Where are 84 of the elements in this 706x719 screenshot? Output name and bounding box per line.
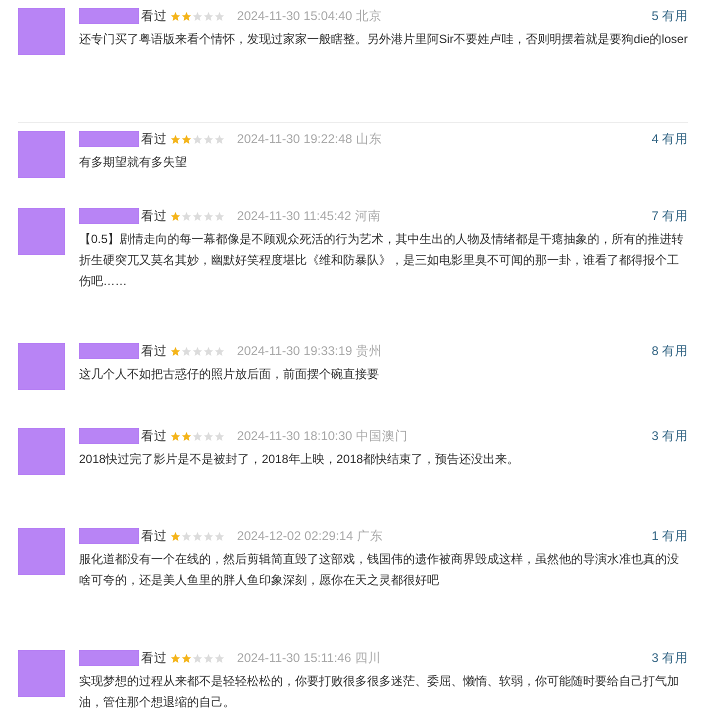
review-location: 贵州 — [356, 342, 382, 360]
star-icon — [203, 210, 214, 222]
star-icon — [170, 134, 181, 144]
watched-status: 看过 — [141, 528, 167, 545]
star-icon — [192, 10, 203, 22]
redaction-mask — [79, 131, 139, 147]
star-icon — [181, 430, 192, 442]
star-icon — [203, 10, 214, 22]
redaction-mask — [79, 428, 139, 444]
useful-vote-link[interactable]: 8 有用 — [652, 342, 688, 360]
avatar — [18, 131, 65, 178]
star-icon — [214, 652, 225, 664]
review-text: 有多期望就有多失望 — [79, 154, 188, 171]
star-icon — [214, 430, 225, 442]
avatar — [18, 208, 65, 255]
watched-status: 看过 — [141, 650, 167, 667]
review-time: 2024-11-30 11:45:42 — [237, 208, 352, 225]
star-icon — [192, 210, 203, 222]
watched-status: 看过 — [141, 428, 167, 445]
star-icon — [192, 530, 203, 542]
review-location: 北京 — [356, 8, 382, 25]
star-icon — [203, 530, 214, 542]
review-time: 2024-12-02 02:29:14 — [237, 528, 354, 545]
star-icon — [181, 652, 192, 664]
review-time: 2024-11-30 19:22:48 — [237, 130, 352, 148]
star-icon — [181, 346, 192, 356]
star-icon — [203, 134, 214, 144]
avatar — [18, 343, 65, 390]
review-text: 这几个人不如把古惑仔的照片放后面，前面摆个碗直接要 — [79, 366, 380, 383]
star-icon — [214, 10, 225, 22]
star-icon — [181, 530, 192, 542]
star-icon — [203, 652, 214, 664]
review-location: 山东 — [356, 130, 382, 148]
star-icon — [203, 430, 214, 442]
star-icon — [214, 530, 225, 542]
review-location: 广东 — [357, 528, 384, 545]
redaction-mask — [79, 208, 139, 224]
useful-vote-link[interactable]: 3 有用 — [652, 648, 688, 668]
review-text: 实现梦想的过程从来都不是轻轻松松的，你要打败很多很多迷茫、委屈、懒惰、软弱，你可能随时要给自己打气加油，管住那个想退缩的自己。 — [79, 673, 680, 711]
star-icon — [170, 346, 181, 356]
review-text: 服化道都没有一个在线的，然后剪辑简直毁了这部戏，钱国伟的遗作被商界毁成这样，虽然他的导演水准也真的没啥可夸的，还是美人鱼里的胖人鱼印象深刻，愿你在天之灵都很好吧 — [79, 551, 680, 589]
review-location: 四川 — [355, 650, 382, 667]
star-icon — [181, 134, 192, 144]
watched-status: 看过 — [141, 130, 167, 148]
star-icon — [170, 430, 181, 442]
review-time: 2024-11-30 15:11:46 — [237, 650, 352, 667]
star-icon — [192, 346, 203, 356]
star-icon — [170, 210, 181, 222]
star-icon — [192, 430, 203, 442]
review-location: 中国澳门 — [356, 428, 408, 445]
redaction-mask — [79, 650, 139, 666]
redaction-mask — [79, 8, 139, 24]
review-time: 2024-11-30 15:04:40 — [237, 8, 352, 25]
star-icon — [192, 134, 203, 144]
watched-status: 看过 — [141, 8, 167, 25]
star-icon — [214, 346, 225, 356]
useful-vote-link[interactable]: 3 有用 — [652, 426, 688, 446]
review-text: 2018快过完了影片是不是被封了，2018年上映，2018都快结束了，预告还没出来。 — [79, 451, 520, 468]
useful-vote-link[interactable]: 1 有用 — [652, 526, 688, 546]
star-icon — [192, 652, 203, 664]
star-icon — [203, 346, 214, 356]
star-icon — [170, 652, 181, 664]
useful-vote-link[interactable]: 5 有用 — [652, 6, 688, 26]
avatar — [18, 428, 65, 475]
avatar — [18, 528, 65, 575]
avatar — [18, 8, 65, 55]
review-time: 2024-11-30 19:33:19 — [237, 342, 352, 360]
star-icon — [170, 10, 181, 22]
useful-vote-link[interactable]: 7 有用 — [652, 206, 688, 226]
watched-status: 看过 — [141, 342, 167, 360]
star-icon — [170, 530, 181, 542]
review-text: 【0.5】剧情走向的每一幕都像是不顾观众死活的行为艺术，其中生出的人物及情绪都是干瘪抽象的，所有的推进转折生硬突兀又莫名其妙，幽默好笑程度堪比《维和防暴队》，是三如电影里臭不可闻的那一卦，谁看了都得报个工伤吧…… — [79, 231, 685, 290]
watched-status: 看过 — [141, 208, 167, 225]
star-icon — [214, 210, 225, 222]
review-location: 河南 — [355, 208, 382, 225]
useful-vote-link[interactable]: 4 有用 — [652, 130, 688, 148]
star-icon — [214, 134, 225, 144]
review-time: 2024-11-30 18:10:30 — [237, 428, 352, 445]
review-text: 还专门买了粤语版来看个情怀，发现过家家一般瞎整。另外港片里阿Sir不要姓卢哇，否则明摆着就是要狗die的loser — [79, 31, 688, 48]
star-icon — [181, 10, 192, 22]
redaction-mask — [79, 343, 139, 359]
avatar — [18, 650, 65, 697]
redaction-mask — [79, 528, 139, 544]
star-icon — [181, 210, 192, 222]
